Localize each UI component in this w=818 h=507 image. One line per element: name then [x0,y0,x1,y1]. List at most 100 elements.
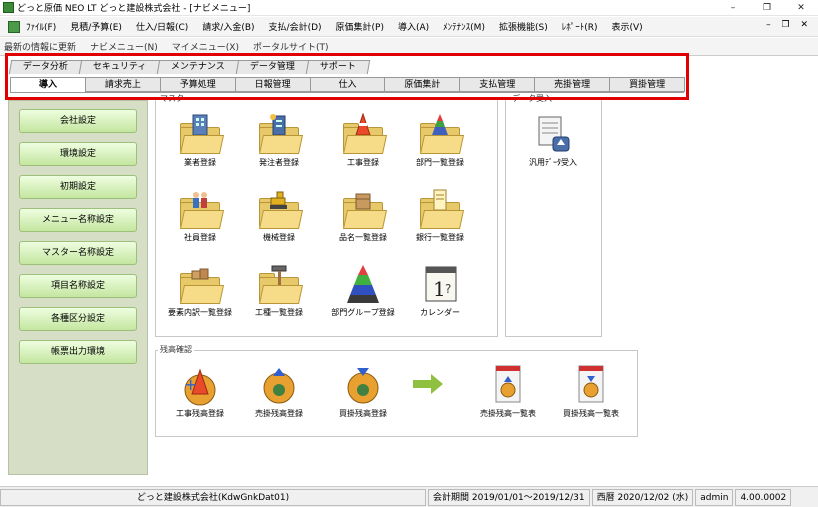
app-icon [3,2,14,13]
contractor-registration-item[interactable]: 業者登録 [162,113,238,168]
building-folder-icon [178,113,225,155]
hammer-folder-icon [257,263,304,305]
pyramid-folder-icon [418,113,465,155]
tab-billing-sales[interactable]: 請求売上 [84,77,161,92]
menu-setup[interactable]: 導入(A) [398,20,429,33]
menu-maintenance[interactable]: ﾒﾝﾃﾅﾝｽ(M) [443,20,485,33]
product-list-item[interactable]: 品名一覧登録 [325,188,401,243]
status-user: admin [695,488,734,506]
initial-settings-button[interactable]: 初期設定 [19,175,137,199]
receivable-balance-item[interactable]: 売掛残高登録 [241,364,317,419]
tab-divider [10,92,684,93]
svg-text:1: 1 [433,277,446,301]
arrow-right-icon [407,364,447,406]
tab-payment[interactable]: 支払管理 [459,77,536,92]
work-type-list-item[interactable]: 工種一覧登録 [241,263,317,318]
menu-file[interactable]: ﾌｧｲﾙ(F) [26,20,56,33]
tab-daily-report[interactable]: 日報管理 [234,77,311,92]
menu-extensions[interactable]: 拡張機能(S) [499,20,548,33]
status-version: 4.00.0002 [735,488,792,506]
tab-payables[interactable]: 買掛管理 [609,77,686,92]
report-icon [569,364,613,406]
menu-purchase[interactable]: 仕入/日報(C) [136,20,188,33]
coin-arrow-icon [341,364,385,406]
close-button[interactable]: ✕ [784,0,818,16]
menu-estimate[interactable]: 見積/予算(E) [70,20,122,33]
office-folder-icon [257,113,304,155]
employee-registration-item[interactable]: 社員登録 [162,188,238,243]
menu-name-settings-button[interactable]: メニュー名称設定 [19,208,137,232]
tab-cost-summary[interactable]: 原価集計 [384,77,461,92]
refresh-button[interactable]: 最新の情報に更新 [4,40,76,53]
import-document-icon [531,113,575,155]
form-output-button[interactable]: 帳票出力環境 [19,340,137,364]
menu-cost[interactable]: 原価集計(P) [336,20,384,33]
document-folder-icon [418,188,465,230]
client-registration-item[interactable]: 発注者登録 [241,113,317,168]
payable-balance-item[interactable]: 買掛残高登録 [325,364,401,419]
environment-settings-button[interactable]: 環境設定 [19,142,137,166]
status-bar: どっと建設株式会社(KdwGnkDat01) 会計期間 2019/01/01～2… [0,486,818,507]
balance-group-label: 残高確認 [158,344,194,355]
category-settings-button[interactable]: 各種区分設定 [19,307,137,331]
portal-site-button[interactable]: ポータルサイト(T) [253,40,329,53]
department-group-item[interactable]: 部門グループ登録 [325,263,401,318]
box-folder-icon [341,188,388,230]
boxes-folder-icon [178,263,225,305]
navi-menu-button[interactable]: ナビメニュー(N) [90,40,158,53]
status-period: 会計期間 2019/01/01～2019/12/31 [428,488,590,506]
receivable-balance-list-item[interactable]: 売掛残高一覧表 [470,364,546,419]
master-name-settings-button[interactable]: マスター名称設定 [19,241,137,265]
tab-setup[interactable]: 導入 [10,77,86,92]
sidebar: 会社設定 環境設定 初期設定 メニュー名称設定 マスター名称設定 項目名称設定 … [8,100,148,475]
my-menu-button[interactable]: マイメニュー(X) [172,40,239,53]
department-list-item[interactable]: 部門一覧登録 [402,113,478,168]
tab-budget[interactable]: 予算処理 [159,77,236,92]
report-icon [486,364,530,406]
payable-balance-list-item[interactable]: 買掛残高一覧表 [553,364,629,419]
project-registration-item[interactable]: 工事登録 [325,113,401,168]
upper-tab-row: データ分析 セキュリティ メンテナンス データ管理 サポート [8,60,371,74]
menu-billing[interactable]: 請求/入金(B) [202,20,254,33]
mdi-controls[interactable]: – ❐ ✕ [766,20,812,30]
generic-data-import-item[interactable]: 汎用ﾃﾞｰﾀ受入 [515,113,591,168]
tab-receivables[interactable]: 売掛管理 [534,77,611,92]
tab-data-analysis[interactable]: データ分析 [8,60,83,74]
calendar-icon: 1? [418,263,462,305]
data-import-group-label: データ受入 [510,93,554,104]
window-title: どっと原価 NEO LT どっと建設株式会社 - [ナビメニュー] [17,4,251,14]
bulldozer-folder-icon [257,188,304,230]
maximize-button[interactable]: ❐ [750,0,784,16]
arrow-right-item [402,364,452,406]
machine-registration-item[interactable]: 機械登録 [241,188,317,243]
company-settings-button[interactable]: 会社設定 [19,109,137,133]
status-company: どっと建設株式会社(KdwGnkDat01) [0,488,426,506]
menu-view[interactable]: 表示(V) [612,20,643,33]
lower-tab-row: 導入 請求売上 予算処理 日報管理 仕入 原価集計 支払管理 売掛管理 買掛管理 [10,77,686,92]
project-balance-item[interactable]: + 工事残高登録 [162,364,238,419]
tab-support[interactable]: サポート [306,60,371,74]
menu-payment[interactable]: 支払/会計(D) [269,20,322,33]
calendar-item[interactable]: 1? カレンダー [402,263,478,318]
tab-security[interactable]: セキュリティ [78,60,161,74]
tab-data-management[interactable]: データ管理 [236,60,310,74]
people-folder-icon [178,188,225,230]
bank-list-item[interactable]: 銀行一覧登録 [402,188,478,243]
item-name-settings-button[interactable]: 項目名称設定 [19,274,137,298]
cone-coin-icon: + [178,364,222,406]
coin-arrow-icon [257,364,301,406]
tab-purchase[interactable]: 仕入 [309,77,386,92]
tab-maintenance[interactable]: メンテナンス [157,60,240,74]
master-group-label: マスター [158,93,194,104]
window-controls: – ❐ ✕ [716,0,818,16]
element-breakdown-item[interactable]: 要素内訳一覧登録 [162,263,238,318]
pyramid-icon [341,263,385,305]
traffic-cone-folder-icon [341,113,388,155]
status-date: 西暦 2020/12/02 (水) [591,488,694,506]
toolbar: 最新の情報に更新 ナビメニュー(N) マイメニュー(X) ポータルサイト(T) [0,38,818,56]
minimize-button[interactable]: – [716,0,750,16]
document-icon[interactable] [8,20,20,33]
svg-text:?: ? [445,282,451,296]
menu-report[interactable]: ﾚﾎﾟｰﾄ(R) [562,20,598,33]
menu-bar: ﾌｧｲﾙ(F) 見積/予算(E) 仕入/日報(C) 請求/入金(B) 支払/会計… [0,17,818,37]
